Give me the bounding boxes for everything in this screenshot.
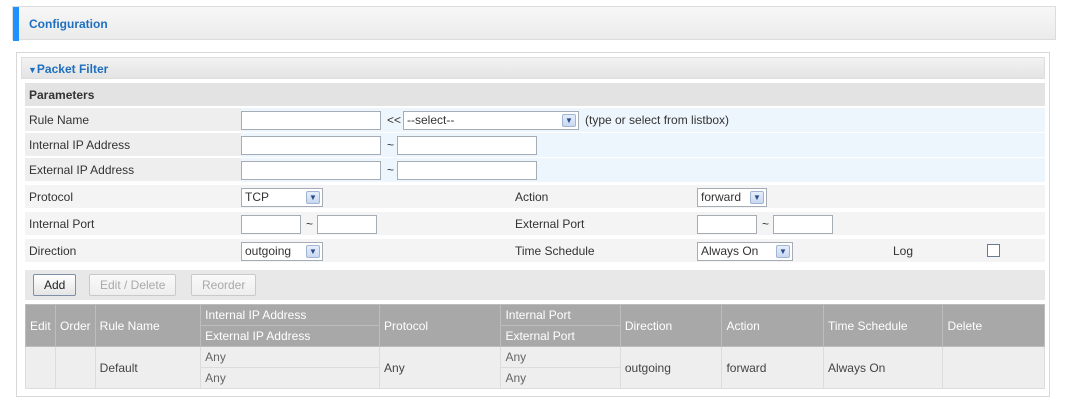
configuration-header: Configuration <box>12 6 1056 41</box>
panel-title: Packet Filter <box>36 62 109 76</box>
external-port-end-input[interactable] <box>773 215 833 234</box>
table-header-row: Edit Order Rule Name Internal IP Address… <box>25 304 1045 347</box>
internal-ip-start-input[interactable] <box>241 136 381 155</box>
direction-column-header: Direction <box>619 304 723 347</box>
order-column-header: Order <box>54 304 96 347</box>
internal-ip-row: Internal IP Address ~ <box>25 133 1045 157</box>
internal-port-cell: Any <box>500 346 621 368</box>
action-select[interactable]: forward ▼ <box>697 188 767 207</box>
rule-name-hint: (type or select from listbox) <box>585 113 730 127</box>
action-column-header: Action <box>721 304 824 347</box>
internal-ip-label: Internal IP Address <box>29 138 131 152</box>
time-schedule-cell: Always On <box>822 346 944 389</box>
range-separator: ~ <box>387 163 395 177</box>
rule-name-row: Rule Name << --select-- ▼ (type or selec… <box>25 108 1045 132</box>
external-ip-cell: Any <box>200 367 381 389</box>
protocol-cell: Any <box>379 346 502 389</box>
button-row: Add Edit / Delete Reorder <box>25 270 1045 300</box>
rule-name-select[interactable]: --select-- ▼ <box>403 111 579 130</box>
rule-name-input[interactable] <box>241 111 381 130</box>
action-label: Action <box>515 190 549 204</box>
time-schedule-label: Time Schedule <box>515 244 595 258</box>
delete-column-header: Delete <box>942 304 1045 347</box>
edit-cell[interactable] <box>25 346 56 389</box>
time-schedule-column-header: Time Schedule <box>822 304 944 347</box>
packet-filter-panel: ▼Packet Filter Parameters Rule Name << -… <box>16 52 1050 397</box>
chevron-down-icon: ▼ <box>562 114 576 127</box>
direction-select[interactable]: outgoing ▼ <box>241 242 323 261</box>
protocol-select[interactable]: TCP ▼ <box>241 188 323 207</box>
triangle-down-icon: ▼ <box>28 65 37 75</box>
delete-cell[interactable] <box>942 346 1045 389</box>
table-row[interactable]: Default Any Any Any outgoing forward Alw… <box>25 346 1045 389</box>
rule-name-label: Rule Name <box>29 113 90 127</box>
time-schedule-select[interactable]: Always On ▼ <box>697 242 793 261</box>
internal-ip-end-input[interactable] <box>397 136 537 155</box>
edit-column-header: Edit <box>25 304 56 347</box>
internal-ip-cell: Any <box>200 346 381 368</box>
range-separator: ~ <box>762 217 770 231</box>
packet-filter-header[interactable]: ▼Packet Filter <box>21 57 1045 79</box>
port-row: Internal Port ~ External Port ~ <box>25 212 1045 236</box>
log-checkbox[interactable] <box>987 244 1000 257</box>
external-port-label: External Port <box>515 217 585 231</box>
protocol-column-header: Protocol <box>379 304 502 347</box>
chevron-down-icon: ▼ <box>306 191 320 204</box>
protocol-label: Protocol <box>29 190 74 204</box>
chevron-down-icon: ▼ <box>776 245 790 258</box>
internal-port-label: Internal Port <box>29 217 95 231</box>
external-ip-start-input[interactable] <box>241 161 381 180</box>
action-cell: forward <box>721 346 824 389</box>
accent-bar <box>13 7 19 41</box>
internal-ip-column-header: Internal IP Address <box>200 304 381 326</box>
external-port-start-input[interactable] <box>697 215 757 234</box>
external-ip-end-input[interactable] <box>397 161 537 180</box>
internal-port-column-header: Internal Port <box>500 304 621 326</box>
rule-name-column-header: Rule Name <box>94 304 202 347</box>
internal-port-start-input[interactable] <box>241 215 301 234</box>
external-ip-column-header: External IP Address <box>200 325 381 347</box>
parameters-heading: Parameters <box>29 88 95 102</box>
direction-label: Direction <box>29 244 77 258</box>
order-cell <box>54 346 96 389</box>
log-label: Log <box>893 244 914 258</box>
page-title: Configuration <box>29 17 108 31</box>
copy-arrows: << <box>387 113 402 127</box>
protocol-action-row: Protocol TCP ▼ Action forward ▼ <box>25 185 1045 209</box>
internal-port-end-input[interactable] <box>317 215 377 234</box>
edit-delete-button[interactable]: Edit / Delete <box>89 274 177 296</box>
rule-name-cell: Default <box>94 346 202 389</box>
packet-filter-rules-table: Edit Order Rule Name Internal IP Address… <box>25 304 1045 389</box>
range-separator: ~ <box>387 138 395 152</box>
chevron-down-icon: ▼ <box>306 245 320 258</box>
external-ip-row: External IP Address ~ <box>25 158 1045 182</box>
chevron-down-icon: ▼ <box>750 191 764 204</box>
add-button[interactable]: Add <box>33 274 77 296</box>
parameters-heading-row: Parameters <box>25 83 1045 107</box>
reorder-button[interactable]: Reorder <box>191 274 257 296</box>
direction-schedule-row: Direction outgoing ▼ Time Schedule Alway… <box>25 239 1045 263</box>
external-port-column-header: External Port <box>500 325 621 347</box>
direction-cell: outgoing <box>619 346 723 389</box>
external-ip-label: External IP Address <box>29 163 135 177</box>
range-separator: ~ <box>306 217 314 231</box>
external-port-cell: Any <box>500 367 621 389</box>
